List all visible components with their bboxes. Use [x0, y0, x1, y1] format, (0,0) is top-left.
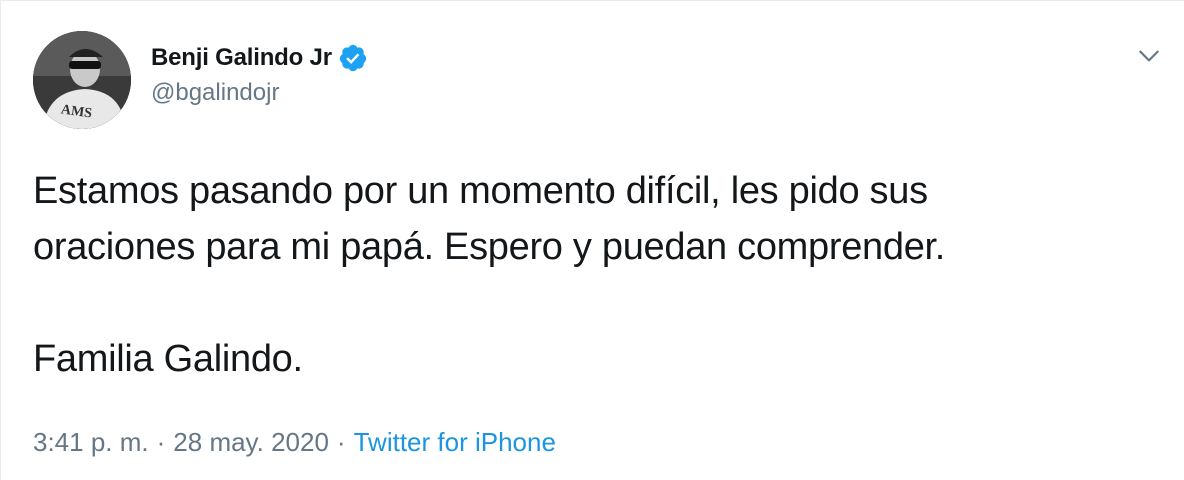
tweet-metadata: 3:41 p. m. · 28 may. 2020 · Twitter for … [33, 427, 556, 458]
tweet-card: AMS Benji Galindo Jr @bgalindojr Estamos… [0, 0, 1184, 480]
meta-separator: · [336, 427, 346, 457]
verified-badge-icon [338, 43, 368, 73]
tweet-source-link[interactable]: Twitter for iPhone [354, 427, 556, 458]
author-handle[interactable]: @bgalindojr [151, 79, 279, 107]
tweet-date[interactable]: 28 may. 2020 [173, 427, 329, 458]
meta-separator: · [156, 427, 166, 457]
avatar-photo: AMS [33, 31, 131, 129]
tweet-text: Estamos pasando por un momento difícil, … [33, 170, 946, 380]
chevron-down-icon[interactable] [1132, 39, 1166, 73]
author-name-row[interactable]: Benji Galindo Jr [151, 41, 368, 75]
author-display-name[interactable]: Benji Galindo Jr [151, 44, 332, 72]
avatar[interactable]: AMS [33, 31, 131, 129]
tweet-time[interactable]: 3:41 p. m. [33, 427, 149, 458]
